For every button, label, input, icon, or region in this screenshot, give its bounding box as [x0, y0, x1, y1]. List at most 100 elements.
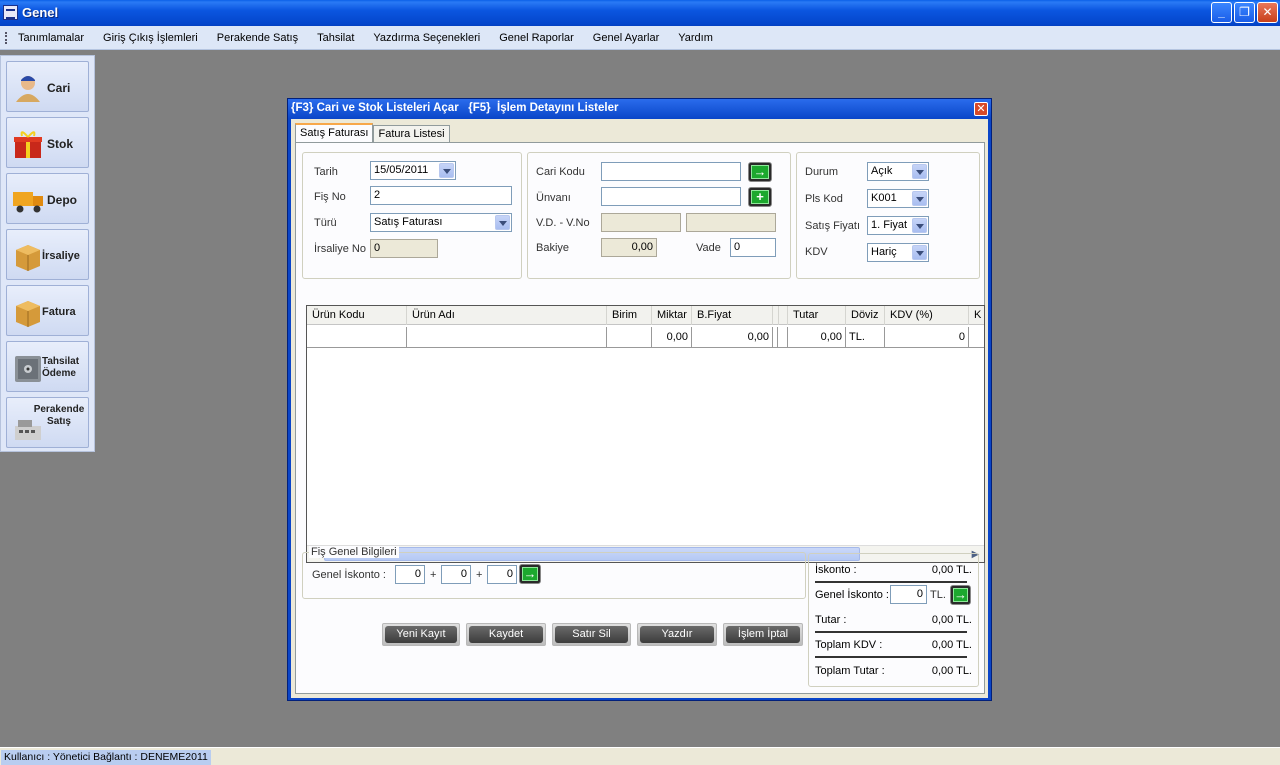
- box-icon: [16, 245, 40, 271]
- cari-add-button[interactable]: +: [748, 187, 772, 207]
- cell-hidden-2[interactable]: [778, 327, 788, 348]
- satis-fiyati-label: Satış Fiyatı: [805, 220, 861, 232]
- kaydet-button[interactable]: Kaydet: [466, 623, 546, 646]
- sidebar: Cari Stok Depo İrsaliye Fatura Tahsilat …: [0, 55, 95, 452]
- divider: [815, 581, 967, 583]
- cell-kdv[interactable]: 0: [885, 327, 969, 348]
- sidebar-item-perakende-satis[interactable]: Perakende Satış: [6, 397, 89, 448]
- chevron-down-icon[interactable]: [912, 245, 927, 260]
- chevron-down-icon[interactable]: [912, 218, 927, 233]
- satis-fiyati-select[interactable]: 1. Fiyat: [867, 216, 929, 235]
- unvani-input[interactable]: [601, 187, 741, 206]
- bakiye-input[interactable]: 0,00: [601, 238, 657, 257]
- fisno-label: Fiş No: [314, 191, 346, 203]
- dialog-close-button[interactable]: ✕: [974, 102, 988, 116]
- status-bar: Kullanıcı : Yönetici Bağlantı : DENEME20…: [0, 747, 1280, 765]
- col-miktar[interactable]: Miktar: [652, 306, 692, 325]
- unvani-label: Ünvanı: [536, 192, 571, 204]
- menu-genel-ayarlar[interactable]: Genel Ayarlar: [593, 26, 659, 50]
- genel-iskonto-unit: TL.: [930, 589, 946, 601]
- col-urun-kodu[interactable]: Ürün Kodu: [307, 306, 407, 325]
- cell-doviz[interactable]: TL.: [846, 327, 885, 348]
- col-bfiyat[interactable]: B.Fiyat: [692, 306, 773, 325]
- col-urun-adi[interactable]: Ürün Adı: [407, 306, 607, 325]
- tab-fatura-listesi[interactable]: Fatura Listesi: [373, 125, 450, 143]
- arrow-right-icon: →: [522, 566, 538, 581]
- sidebar-item-cari[interactable]: Cari: [6, 61, 89, 112]
- sidebar-item-stok[interactable]: Stok: [6, 117, 89, 168]
- cell-urun-adi[interactable]: [407, 327, 607, 348]
- carikodu-input[interactable]: [601, 162, 741, 181]
- iskonto-2-input[interactable]: 0: [441, 565, 471, 584]
- totals-panel: İskonto : 0,00 TL. Genel İskonto : 0 TL.…: [808, 553, 979, 687]
- sidebar-item-tahsilat-odeme[interactable]: Tahsilat Ödeme: [6, 341, 89, 392]
- sidebar-item-irsaliye[interactable]: İrsaliye: [6, 229, 89, 280]
- vade-input[interactable]: 0: [730, 238, 776, 257]
- menu-giris-cikis[interactable]: Giriş Çıkış İşlemleri: [103, 26, 198, 50]
- iskonto-1-input[interactable]: 0: [395, 565, 425, 584]
- durum-label: Durum: [805, 166, 839, 178]
- genel-iskonto-input[interactable]: 0: [890, 585, 927, 604]
- arrow-right-icon: →: [751, 165, 769, 179]
- yazdir-button[interactable]: Yazdır: [637, 623, 717, 646]
- yeni-kayit-button[interactable]: Yeni Kayıt: [382, 623, 460, 646]
- satir-sil-button[interactable]: Satır Sil: [552, 623, 631, 646]
- vergi-dairesi-input[interactable]: [601, 213, 681, 232]
- durum-select[interactable]: Açık: [867, 162, 929, 181]
- chevron-down-icon[interactable]: [495, 215, 510, 230]
- turu-label: Türü: [314, 217, 337, 229]
- cell-tutar[interactable]: 0,00: [788, 327, 846, 348]
- cell-bfiyat[interactable]: 0,00: [692, 327, 773, 348]
- tarih-datepicker[interactable]: 15/05/2011: [370, 161, 456, 180]
- tab-satis-faturasi[interactable]: Satış Faturası: [295, 123, 374, 144]
- col-hidden-2[interactable]: [778, 306, 788, 325]
- menu-tanimlamalar[interactable]: Tanımlamalar: [18, 26, 84, 50]
- plskod-select[interactable]: K001: [867, 189, 929, 208]
- tab-page: Tarih 15/05/2011 Fiş No 2 Türü Satış Fat…: [295, 142, 985, 694]
- customer-group: Cari Kodu → Ünvanı + V.D. - V.No Bakiye …: [527, 152, 791, 279]
- close-button[interactable]: ✕: [1257, 2, 1278, 23]
- sidebar-item-fatura[interactable]: Fatura: [6, 285, 89, 336]
- gift-box-icon: [14, 131, 42, 158]
- turu-select[interactable]: Satış Faturası: [370, 213, 512, 232]
- app-icon[interactable]: [3, 5, 18, 20]
- status-text: Kullanıcı : Yönetici Bağlantı : DENEME20…: [1, 750, 211, 765]
- table-row[interactable]: 0,00 0,00 0,00 TL. 0: [307, 327, 984, 348]
- sidebar-item-depo[interactable]: Depo: [6, 173, 89, 224]
- menu-perakende-satis[interactable]: Perakende Satış: [217, 26, 298, 50]
- irsaliye-input[interactable]: 0: [370, 239, 438, 258]
- menu-yardim[interactable]: Yardım: [678, 26, 713, 50]
- items-grid[interactable]: Ürün Kodu Ürün Adı Birim Miktar B.Fiyat …: [306, 305, 985, 563]
- islem-iptal-button[interactable]: İşlem İptal: [723, 623, 803, 646]
- chevron-down-icon[interactable]: [912, 191, 927, 206]
- person-icon: [16, 76, 40, 102]
- menu-bar: Tanımlamalar Giriş Çıkış İşlemleri Perak…: [0, 26, 1280, 50]
- col-k[interactable]: K: [969, 306, 984, 325]
- chevron-down-icon[interactable]: [439, 163, 454, 178]
- irsaliye-label: İrsaliye No: [314, 243, 366, 255]
- fisno-input[interactable]: 2: [370, 186, 512, 205]
- menu-tahsilat[interactable]: Tahsilat: [317, 26, 354, 50]
- cell-birim[interactable]: [607, 327, 652, 348]
- iskonto-apply-button[interactable]: →: [519, 564, 541, 584]
- iskonto-3-input[interactable]: 0: [487, 565, 517, 584]
- cell-urun-kodu[interactable]: [307, 327, 407, 348]
- col-kdv[interactable]: KDV (%): [885, 306, 969, 325]
- col-tutar[interactable]: Tutar: [788, 306, 846, 325]
- col-birim[interactable]: Birim: [607, 306, 652, 325]
- kdv-select[interactable]: Hariç: [867, 243, 929, 262]
- minimize-button[interactable]: _: [1211, 2, 1232, 23]
- cell-miktar[interactable]: 0,00: [652, 327, 692, 348]
- cell-k[interactable]: [969, 327, 984, 348]
- chevron-down-icon[interactable]: [912, 164, 927, 179]
- vd-label: V.D. - V.No: [536, 217, 590, 229]
- menu-genel-raporlar[interactable]: Genel Raporlar: [499, 26, 574, 50]
- restore-button[interactable]: ❐: [1234, 2, 1255, 23]
- col-doviz[interactable]: Döviz: [846, 306, 885, 325]
- menu-yazdirma[interactable]: Yazdırma Seçenekleri: [373, 26, 480, 50]
- cari-select-button[interactable]: →: [748, 162, 772, 182]
- vade-label: Vade: [696, 242, 721, 254]
- vergi-no-input[interactable]: [686, 213, 776, 232]
- genel-iskonto-apply-button[interactable]: →: [950, 585, 971, 605]
- iskonto-value: 0,00 TL.: [931, 564, 972, 576]
